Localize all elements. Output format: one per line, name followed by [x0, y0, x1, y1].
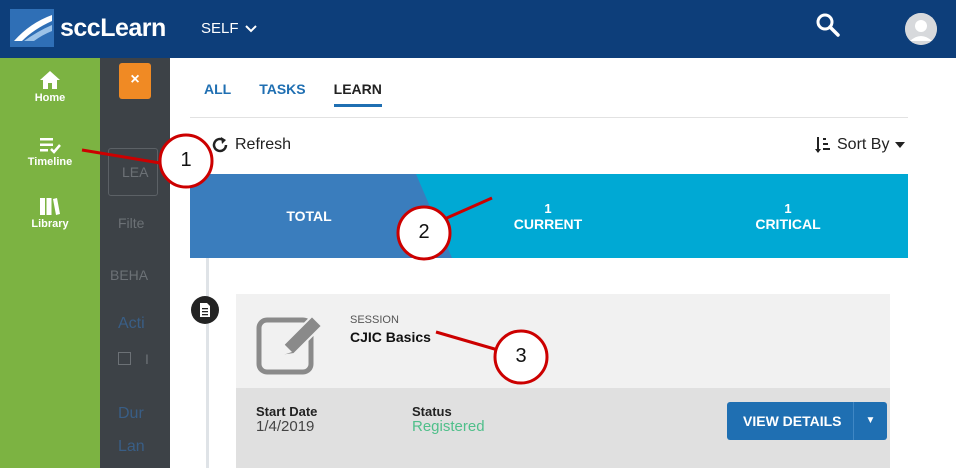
close-button[interactable]: × — [119, 63, 151, 99]
callout-number: 2 — [418, 221, 430, 243]
logo-icon — [10, 9, 54, 47]
session-title[interactable]: CJIC Basics — [350, 329, 431, 345]
sort-by-label: Sort By — [837, 136, 890, 153]
background-box-text: LEA — [122, 164, 149, 180]
callout-number: 1 — [180, 149, 192, 171]
stat-total[interactable]: TOTAL — [190, 174, 428, 258]
caret-down-icon — [895, 142, 906, 148]
home-icon — [40, 71, 60, 89]
stat-total-label: TOTAL — [286, 208, 332, 224]
session-card[interactable]: SESSION CJIC Basics Start Date 1/4/2019 … — [236, 294, 890, 468]
background-link: Lan — [118, 438, 145, 455]
background-check-label: I — [145, 351, 149, 367]
refresh-label: Refresh — [235, 136, 292, 153]
edit-icon — [256, 310, 330, 378]
view-details-button[interactable]: VIEW DETAILS ▼ — [727, 402, 887, 440]
caret-down-icon[interactable]: ▼ — [853, 402, 887, 440]
self-menu[interactable]: SELF — [201, 20, 257, 37]
card-footer: Start Date 1/4/2019 Status Registered VI… — [236, 388, 890, 468]
start-date-value: 1/4/2019 — [256, 418, 315, 435]
background-filter-text: Filte — [118, 215, 145, 231]
tab-tasks[interactable]: TASKS — [259, 81, 305, 107]
library-icon — [40, 198, 60, 215]
sidebar-item-library[interactable]: Library — [0, 196, 100, 230]
stat-critical[interactable]: 1 CRITICAL — [668, 174, 908, 258]
sort-icon — [815, 137, 830, 153]
stat-current-count: 1 — [544, 200, 552, 216]
tab-all[interactable]: ALL — [204, 81, 231, 107]
sort-by-dropdown[interactable]: Sort By — [815, 136, 906, 154]
sidebar-item-home[interactable]: Home — [0, 70, 100, 104]
background-checkbox — [118, 352, 131, 365]
background-link: Acti — [118, 315, 145, 332]
status-value: Registered — [412, 418, 485, 435]
app-screen: sccLearn SELF Home Timeline Library × LE… — [0, 0, 956, 468]
search-icon[interactable] — [815, 12, 841, 38]
user-avatar-icon[interactable] — [905, 13, 937, 45]
stat-current-label: CURRENT — [513, 215, 583, 232]
sidebar-item-label: Timeline — [27, 156, 73, 168]
sidebar-item-timeline[interactable]: Timeline — [0, 136, 100, 168]
background-link: Dur — [118, 405, 144, 422]
status-label: Status — [412, 404, 452, 419]
stat-critical-count: 1 — [784, 200, 792, 216]
start-date-label: Start Date — [256, 404, 318, 419]
tab-learn[interactable]: LEARN — [333, 81, 382, 107]
chevron-down-icon — [244, 24, 257, 32]
callout-number: 3 — [515, 345, 527, 367]
stats-band: TOTAL 1 CURRENT 1 CRITICAL — [190, 174, 908, 258]
stat-current[interactable]: 1 CURRENT — [428, 174, 668, 258]
sidebar-item-label: Home — [34, 92, 66, 104]
session-type-label: SESSION — [350, 314, 399, 326]
tab-bar: ALL TASKS LEARN — [204, 81, 410, 107]
tab-divider — [190, 117, 908, 118]
app-logo[interactable]: sccLearn — [10, 9, 166, 47]
document-icon — [191, 296, 219, 324]
sidebar-item-label: Library — [31, 218, 69, 230]
view-details-label: VIEW DETAILS — [743, 413, 842, 429]
left-sidebar: Home Timeline Library — [0, 58, 100, 468]
timeline-panel: ALL TASKS LEARN Refresh Sort By TOTAL 1 … — [170, 58, 956, 468]
self-menu-label: SELF — [201, 20, 239, 37]
stat-critical-label: CRITICAL — [755, 215, 821, 232]
refresh-icon — [212, 137, 228, 153]
top-navbar: sccLearn SELF — [0, 0, 956, 58]
logo-text: sccLearn — [60, 13, 166, 42]
timeline-line — [206, 258, 209, 468]
refresh-button[interactable]: Refresh — [211, 136, 291, 154]
background-section-text: BEHA — [110, 267, 149, 283]
timeline-icon — [40, 138, 61, 154]
